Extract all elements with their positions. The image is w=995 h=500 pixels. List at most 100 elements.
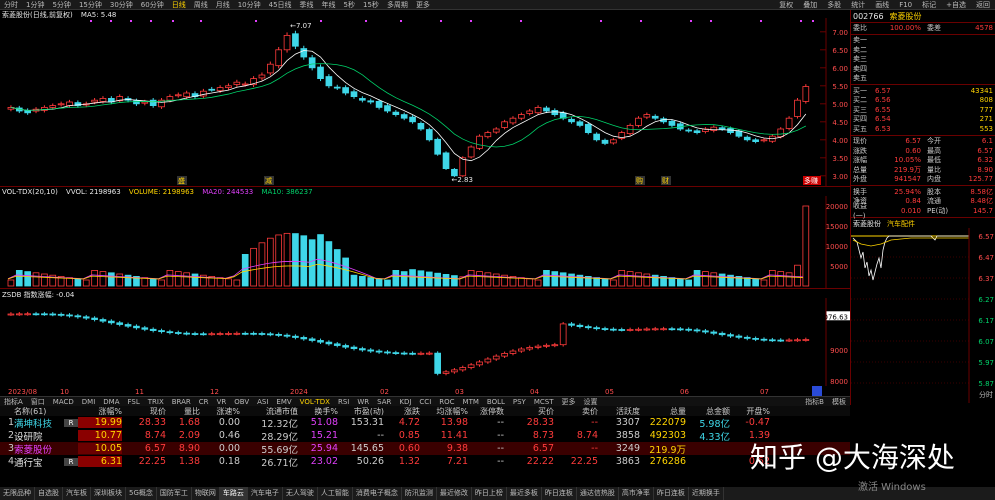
stock-code: 002766 <box>853 11 884 21</box>
period-tab-9[interactable]: 10分钟 <box>234 0 265 10</box>
period-tab-13[interactable]: 5秒 <box>340 0 359 10</box>
period-tab-4[interactable]: 30分钟 <box>106 0 137 10</box>
sector-tab-15[interactable]: 最近多板 <box>507 487 542 500</box>
table-cell: 2.09 <box>178 430 200 441</box>
x-tick: 06 <box>680 388 689 396</box>
period-tab-5[interactable]: 60分钟 <box>137 0 168 10</box>
column-header[interactable]: 涨停数 <box>468 406 504 417</box>
period-tab-10[interactable]: 45日线 <box>265 0 296 10</box>
toolbar-action-1[interactable]: 叠加 <box>798 0 822 10</box>
period-tab-12[interactable]: 年线 <box>318 0 340 10</box>
column-header[interactable]: 涨速% <box>200 406 240 417</box>
table-row[interactable]: 4 通行宝 R 6.31 22.25 1.38 0.18 26.71亿 23.02 50.26 1.… <box>0 455 850 469</box>
event-badge[interactable]: 财 <box>661 176 671 185</box>
index-candle <box>501 351 508 358</box>
sector-tab-12[interactable]: 防汛监测 <box>402 487 437 500</box>
volume-bar <box>292 233 299 287</box>
bid-row-price: 6.56 <box>875 96 891 105</box>
divider <box>0 186 850 187</box>
side-label[interactable]: 分时 <box>979 390 993 399</box>
volume-chart[interactable]: 20000 15000 10000 5000 <box>0 196 850 288</box>
sector-tab-2[interactable]: 汽车板 <box>63 487 91 500</box>
event-badge[interactable]: 多赚 <box>803 176 821 185</box>
toolbar-action-7[interactable]: +自选 <box>941 0 971 10</box>
period-tab-7[interactable]: 周线 <box>190 0 212 10</box>
toolbar-action-0[interactable]: 复权 <box>774 0 798 10</box>
index-candle <box>727 332 734 338</box>
column-header[interactable]: 开盘% <box>730 406 770 417</box>
period-tab-16[interactable]: 更多 <box>412 0 434 10</box>
column-header[interactable]: 均涨幅% <box>420 406 468 417</box>
index-candle <box>484 357 492 364</box>
toolbar-action-4[interactable]: 画线 <box>870 0 894 10</box>
column-header[interactable]: 总量 <box>640 406 686 417</box>
stat-row-k2: 量比 <box>927 165 941 174</box>
column-header[interactable]: 卖价 <box>554 406 598 417</box>
sector-tab-19[interactable]: 昨日连板 <box>654 487 689 500</box>
candle <box>509 116 517 125</box>
sector-tab-9[interactable]: 无人驾驶 <box>283 487 318 500</box>
event-badge[interactable]: 购 <box>635 176 645 185</box>
period-tab-0[interactable]: 分时 <box>0 0 22 10</box>
table-row[interactable]: 1 满坤科技 R 19.99 28.33 1.68 0.00 12.32亿 51.08 153.3… <box>0 416 850 430</box>
candle <box>526 108 534 116</box>
index-chart[interactable]: 10076.63 9000 8000 <box>0 298 850 386</box>
column-header[interactable]: 买价 <box>504 406 554 417</box>
sector-tab-1[interactable]: 自选股 <box>35 487 63 500</box>
toolbar-action-5[interactable]: F10 <box>894 1 917 9</box>
column-header[interactable]: 换手% <box>298 406 338 417</box>
table-cell: 3249 <box>615 443 640 454</box>
table-cell: 276286 <box>649 456 686 467</box>
sector-tab-20[interactable]: 近期换手 <box>689 487 724 500</box>
sector-tab-17[interactable]: 通达信热股 <box>577 487 619 500</box>
event-badge[interactable]: 减 <box>264 176 274 185</box>
table-row[interactable]: 2 设研院 10.77 8.74 2.09 0.46 28.29亿 15.21 -- 0.85 11… <box>0 429 850 443</box>
sector-tab-0[interactable]: 无限品种 <box>0 487 35 500</box>
index-candle <box>651 326 659 331</box>
table-row[interactable]: 3 索菱股份 10.05 6.57 8.90 0.00 55.69亿 25.94 145.65 0… <box>0 442 850 456</box>
table-cell: 13.98 <box>440 417 468 428</box>
sector-tab-16[interactable]: 昨日连板 <box>542 487 577 500</box>
toolbar-action-8[interactable]: 返回 <box>971 0 995 10</box>
table-cell: 设研院 <box>14 431 43 443</box>
column-header[interactable]: 活跃度 <box>598 406 640 417</box>
period-tab-15[interactable]: 多周期 <box>383 0 412 10</box>
period-tab-6[interactable]: 日线 <box>168 0 190 10</box>
sector-tab-3[interactable]: 深圳板块 <box>91 487 126 500</box>
column-header[interactable]: 涨跌 <box>384 406 420 417</box>
index-candle <box>7 312 15 316</box>
toolbar-action-3[interactable]: 统计 <box>846 0 870 10</box>
column-header[interactable]: 涨幅% <box>78 406 122 417</box>
column-header[interactable]: 量比 <box>166 406 200 417</box>
sector-tab-10[interactable]: 人工智能 <box>318 487 353 500</box>
period-tab-11[interactable]: 季线 <box>296 0 318 10</box>
sector-tab-5[interactable]: 国防军工 <box>157 487 192 500</box>
period-tab-3[interactable]: 15分钟 <box>75 0 106 10</box>
sector-tab-18[interactable]: 高市净率 <box>619 487 654 500</box>
toolbar-action-6[interactable]: 标记 <box>917 0 941 10</box>
sector-tab-6[interactable]: 物联网 <box>192 487 220 500</box>
period-tab-8[interactable]: 月线 <box>212 0 234 10</box>
period-tab-14[interactable]: 15秒 <box>359 0 383 10</box>
sector-tab-11[interactable]: 消费电子概念 <box>353 487 402 500</box>
period-tab-2[interactable]: 5分钟 <box>48 0 74 10</box>
y-tick: 3.50 <box>832 155 848 163</box>
period-tab-1[interactable]: 1分钟 <box>22 0 48 10</box>
ask-row-label: 卖四 <box>853 64 867 73</box>
candlestick-chart[interactable]: 7.00 6.50 6.00 5.50 5.00 4.50 4.00 3.50 3.00 ←7.0… <box>0 18 850 186</box>
index-candle <box>266 331 274 337</box>
column-header[interactable]: 市盈(动) <box>338 406 384 417</box>
sector-tab-14[interactable]: 昨日上榜 <box>472 487 507 500</box>
scroll-handle[interactable] <box>812 386 822 396</box>
column-header[interactable]: 现价 <box>122 406 166 417</box>
stat-row-v2: 125.77 <box>968 175 994 184</box>
toolbar-action-2[interactable]: 多股 <box>822 0 846 10</box>
sector-tab-4[interactable]: 5G概念 <box>126 487 157 500</box>
sector-tab-8[interactable]: 汽车电子 <box>248 487 283 500</box>
event-badge[interactable]: 盛 <box>177 176 187 185</box>
intraday-mini-chart[interactable]: 6.57 6.47 6.37 6.27 6.17 6.07 5.97 5.87 分时 <box>851 227 995 403</box>
candle <box>258 72 266 81</box>
sector-tab-13[interactable]: 最近修改 <box>437 487 472 500</box>
ask-row: 卖一 <box>851 36 995 46</box>
sector-tab-7[interactable]: 车路云 <box>219 487 248 500</box>
